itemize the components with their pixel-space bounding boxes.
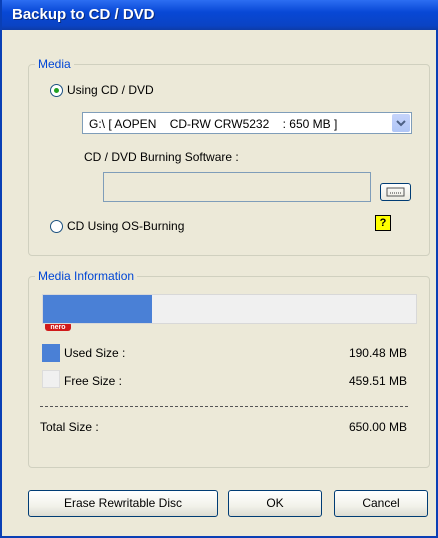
radio-using-cd-dvd[interactable] <box>50 84 63 97</box>
total-size-value: 650.00 MB <box>348 420 407 434</box>
ok-button[interactable]: OK <box>228 490 322 517</box>
erase-rewritable-disc-button[interactable]: Erase Rewritable Disc <box>28 490 218 517</box>
burning-software-label: CD / DVD Burning Software : <box>84 150 239 164</box>
burning-software-field[interactable] <box>103 172 371 202</box>
title-bar[interactable]: Backup to CD / DVD <box>2 0 438 30</box>
svg-text:nero: nero <box>50 324 65 331</box>
label-using-cd-dvd[interactable]: Using CD / DVD <box>67 83 154 97</box>
media-legend: Media <box>35 57 74 71</box>
browse-button[interactable] <box>380 183 411 201</box>
window-title: Backup to CD / DVD <box>12 6 155 23</box>
free-size-value: 459.51 MB <box>348 374 407 388</box>
media-usage-bar <box>42 294 417 324</box>
ellipsis-icon <box>386 187 405 197</box>
free-size-swatch <box>42 370 60 388</box>
used-size-value: 190.48 MB <box>348 346 407 360</box>
media-information-legend: Media Information <box>35 269 138 283</box>
label-os-burning[interactable]: CD Using OS-Burning <box>67 219 184 233</box>
used-size-label: Used Size : <box>64 346 126 360</box>
total-size-label: Total Size : <box>40 420 99 434</box>
free-size-label: Free Size : <box>64 374 123 388</box>
help-icon[interactable]: ? <box>375 215 391 231</box>
backup-dialog: Backup to CD / DVD Media Using CD / DVD … <box>0 0 438 538</box>
media-usage-fill <box>43 295 153 323</box>
drive-select-value: G:\ [ AOPEN CD-RW CRW5232 : 650 MB ] <box>89 117 338 131</box>
divider <box>40 406 408 407</box>
radio-os-burning[interactable] <box>50 220 63 233</box>
chevron-down-icon[interactable] <box>392 114 410 132</box>
drive-select[interactable]: G:\ [ AOPEN CD-RW CRW5232 : 650 MB ] <box>82 112 412 134</box>
cancel-button[interactable]: Cancel <box>334 490 428 517</box>
used-size-swatch <box>42 344 60 362</box>
